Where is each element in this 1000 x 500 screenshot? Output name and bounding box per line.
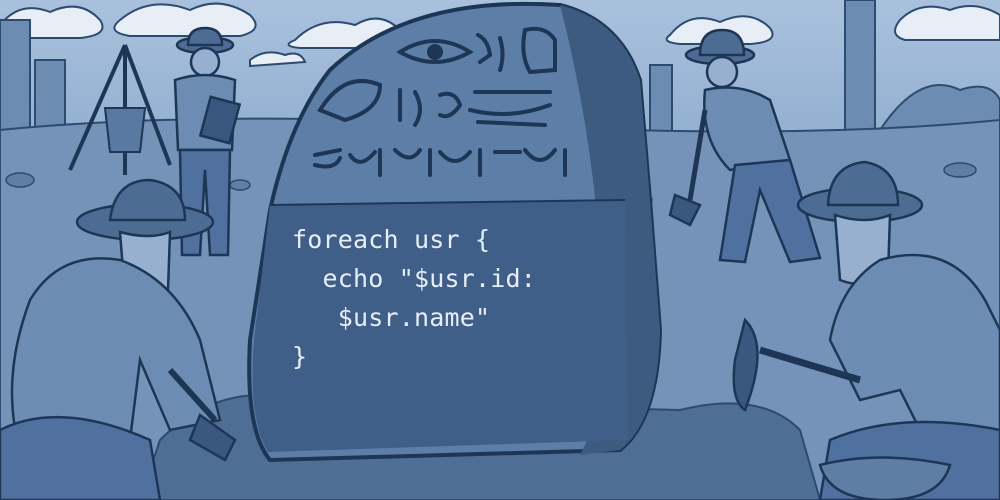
- bucket: [103, 107, 147, 153]
- illustration-scene: foreach usr { echo "$usr.id: $usr.name" …: [0, 0, 1000, 500]
- code-line-3: $usr.name": [292, 303, 491, 332]
- stone-code-block: foreach usr { echo "$usr.id: $usr.name" …: [292, 220, 612, 400]
- code-line-4: }: [292, 342, 308, 371]
- code-line-1: foreach usr {: [292, 225, 491, 254]
- code-line-2: echo "$usr.id:: [292, 264, 537, 293]
